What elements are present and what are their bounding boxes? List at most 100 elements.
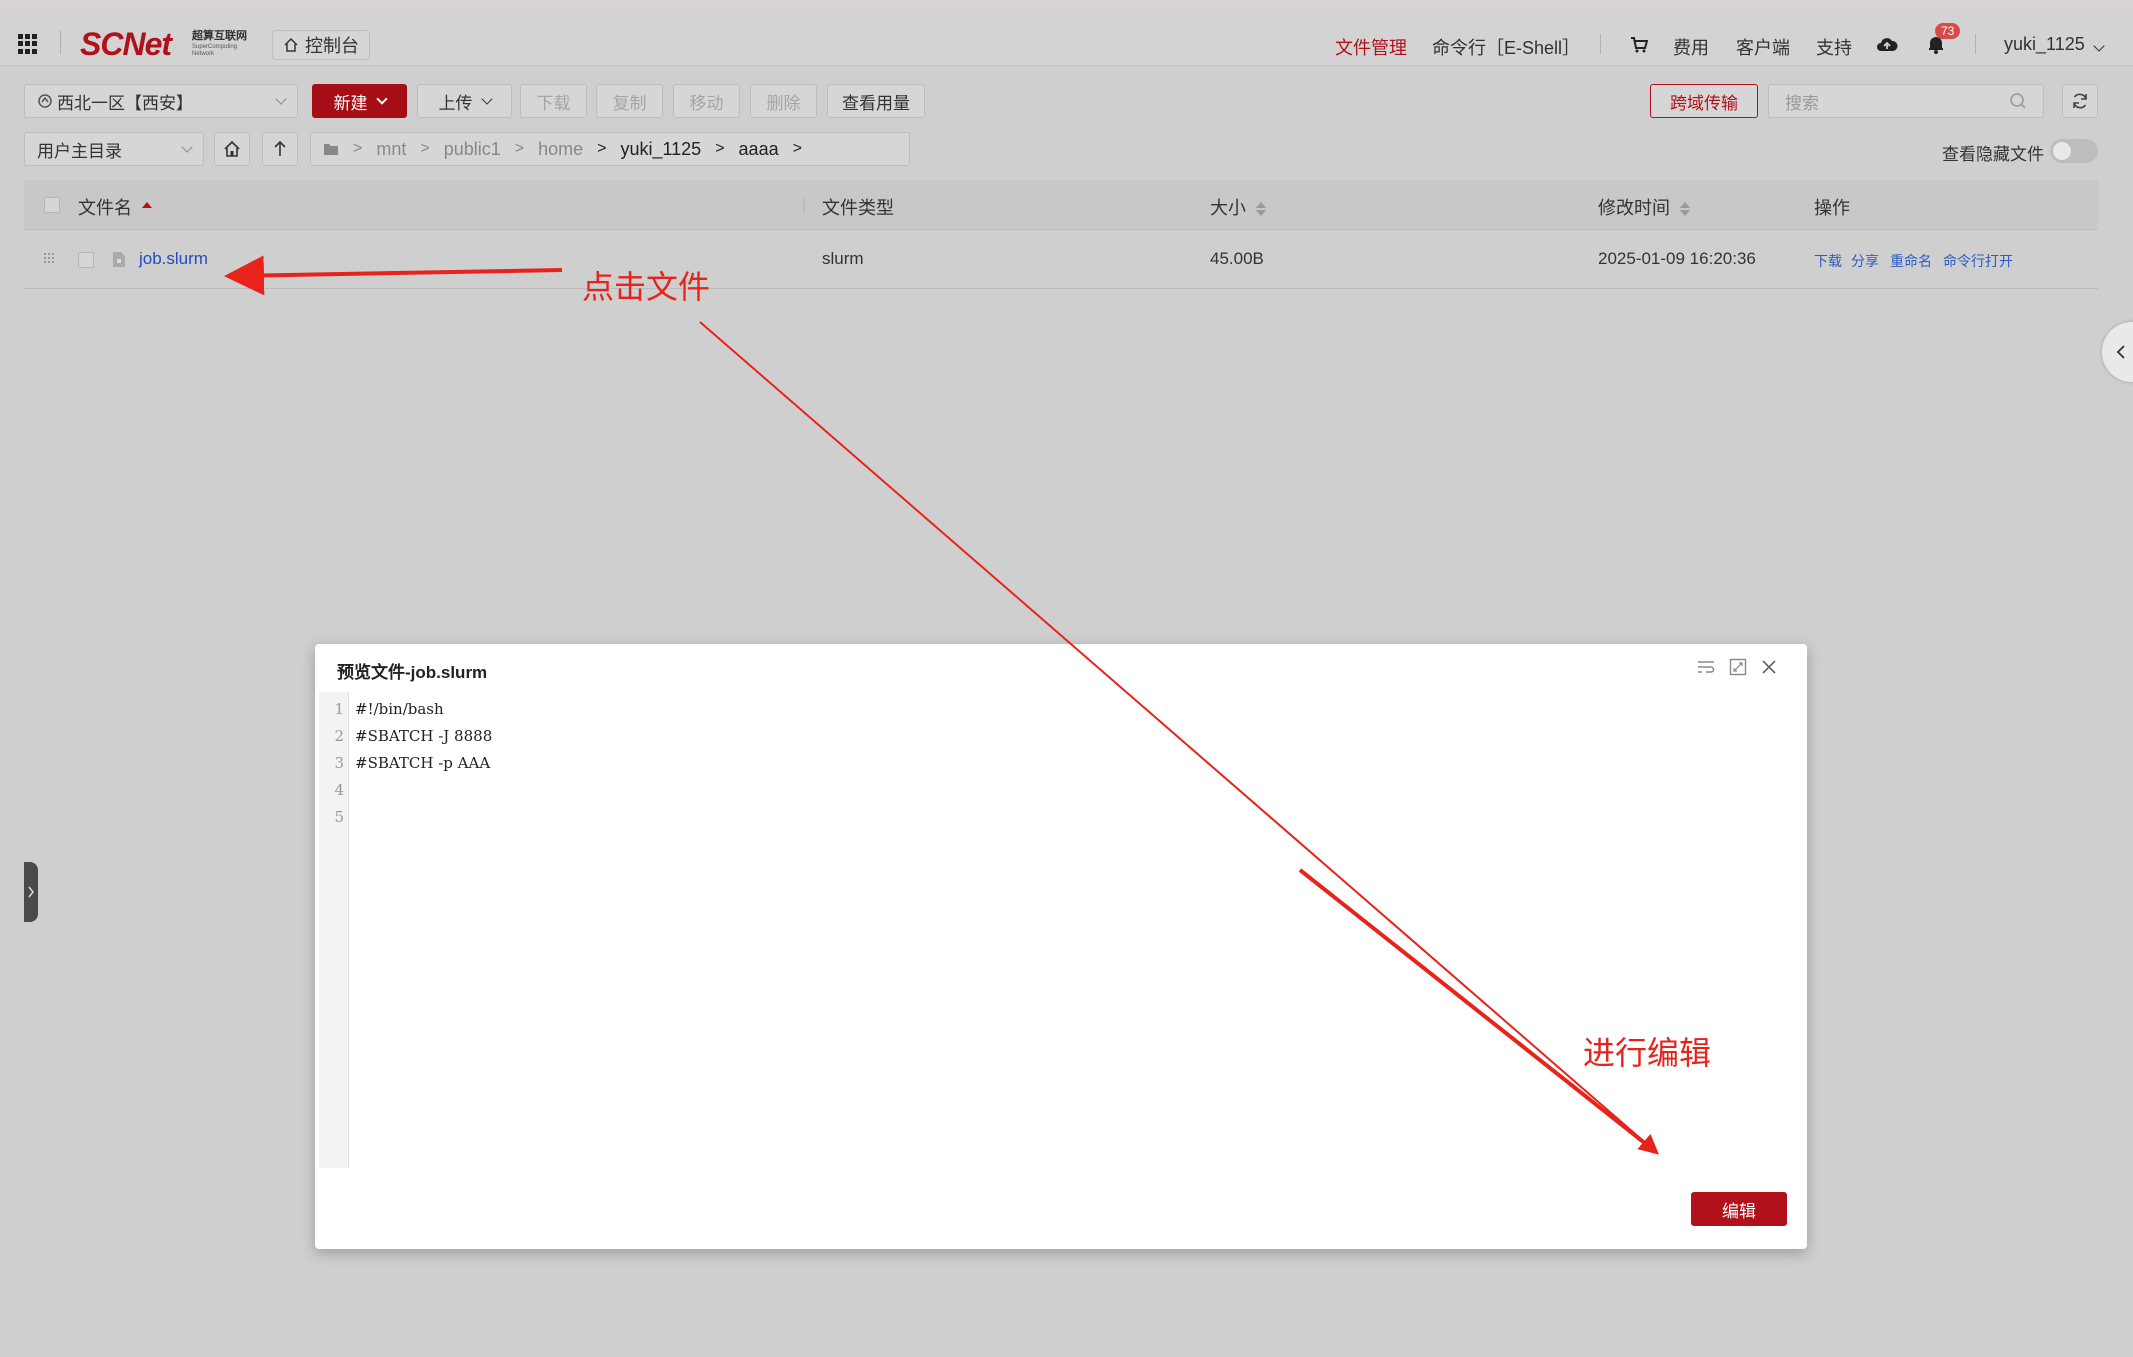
maximize-icon[interactable]	[1729, 658, 1747, 676]
console-button[interactable]: 控制台	[272, 30, 370, 60]
row-checkbox[interactable]	[78, 252, 94, 268]
move-button[interactable]: 移动	[673, 84, 740, 118]
scnet-logo[interactable]: SCNet	[80, 26, 172, 63]
chevron-down-icon	[375, 92, 388, 105]
column-name[interactable]: 文件名	[78, 194, 152, 220]
select-all-checkbox[interactable]	[44, 197, 60, 213]
home-dir-button[interactable]	[214, 132, 250, 166]
breadcrumb-item-current[interactable]: aaaa	[739, 139, 779, 160]
root-dir-select[interactable]: 用户主目录	[24, 132, 204, 166]
wrap-lines-icon[interactable]	[1697, 659, 1715, 675]
refresh-icon	[2073, 93, 2087, 109]
search-icon[interactable]	[2009, 92, 2027, 110]
view-usage-button[interactable]: 查看用量	[827, 84, 925, 118]
breadcrumb-separator: >	[597, 140, 607, 157]
op-share-link[interactable]: 分享	[1851, 251, 1879, 271]
download-button[interactable]: 下载	[520, 84, 587, 118]
show-hidden-toggle[interactable]	[2050, 139, 2098, 163]
table-header: 文件名 文件类型 大小 修改时间 操作	[24, 180, 2098, 230]
window-top-strip	[0, 0, 2133, 8]
line-number-gutter: 1 2 3 4 5	[319, 692, 349, 1168]
top-navbar: SCNet 超算互联网 SuperComputing Network 控制台 文…	[0, 8, 2133, 66]
dialog-title: 预览文件-job.slurm	[337, 663, 488, 682]
divider	[1600, 34, 1601, 54]
column-size-label: 大小	[1210, 198, 1246, 218]
side-panel-toggle[interactable]	[2102, 322, 2133, 382]
left-panel-toggle[interactable]	[24, 862, 38, 922]
line-number: 1	[334, 700, 344, 718]
code-viewer[interactable]: 1 2 3 4 5 #!/bin/bash #SBATCH -J 8888 #S…	[319, 692, 1789, 1168]
close-icon[interactable]	[1761, 659, 1777, 675]
search-placeholder: 搜索	[1785, 93, 1819, 113]
column-size[interactable]: 大小	[1210, 194, 1266, 220]
home-icon	[224, 140, 240, 157]
console-label: 控制台	[305, 36, 359, 56]
user-menu[interactable]: yuki_1125	[2004, 34, 2105, 55]
breadcrumb-item[interactable]: yuki_1125	[620, 139, 701, 160]
file-icon	[113, 252, 125, 267]
file-name-link[interactable]: job.slurm	[139, 249, 208, 269]
new-button[interactable]: 新建	[312, 84, 407, 118]
edit-button[interactable]: 编辑	[1691, 1192, 1787, 1226]
notification-badge: 73	[1935, 23, 1961, 39]
new-label: 新建	[333, 93, 368, 113]
upload-button[interactable]: 上传	[417, 84, 512, 118]
breadcrumb-separator: >	[792, 140, 802, 157]
sort-icon[interactable]	[1680, 202, 1690, 217]
apps-grid-icon[interactable]	[18, 34, 38, 54]
divider	[60, 30, 61, 54]
file-size: 45.00B	[1210, 249, 1264, 268]
nav-client[interactable]: 客户端	[1736, 34, 1790, 60]
breadcrumb-item[interactable]: public1	[444, 139, 501, 160]
line-number: 2	[334, 727, 344, 745]
nav-eshell[interactable]: 命令行［E-Shell］	[1432, 34, 1580, 60]
refresh-button[interactable]	[2062, 84, 2098, 118]
chevron-left-icon	[2116, 345, 2125, 359]
copy-button[interactable]: 复制	[596, 84, 663, 118]
column-mtime[interactable]: 修改时间	[1598, 194, 1690, 220]
region-value: 西北一区【西安】	[57, 93, 193, 113]
sort-icon[interactable]	[1256, 202, 1266, 217]
nav-fees[interactable]: 费用	[1673, 34, 1709, 60]
nav-file-manager[interactable]: 文件管理	[1335, 34, 1407, 60]
breadcrumb-separator: >	[420, 140, 430, 157]
op-rename-link[interactable]: 重命名	[1890, 251, 1932, 271]
table-row[interactable]: job.slurm slurm 45.00B 2025-01-09 16:20:…	[24, 231, 2098, 289]
region-select[interactable]: 西北一区【西安】	[24, 84, 298, 118]
column-type: 文件类型	[822, 198, 894, 218]
chevron-down-icon	[480, 92, 493, 105]
code-line: #SBATCH -p AAA	[355, 754, 491, 772]
drag-handle-icon[interactable]	[44, 253, 56, 263]
nav-support[interactable]: 支持	[1816, 34, 1852, 60]
dialog-controls	[1697, 658, 1777, 676]
op-download-link[interactable]: 下载	[1814, 251, 1842, 271]
sort-icon[interactable]	[142, 202, 152, 216]
home-icon	[284, 37, 298, 52]
op-open-in-shell-link[interactable]: 命令行打开	[1943, 251, 2013, 271]
breadcrumb-separator: >	[353, 140, 363, 157]
region-icon	[38, 94, 52, 108]
root-dir-value: 用户主目录	[37, 141, 122, 161]
column-divider	[803, 198, 805, 212]
folder-icon[interactable]	[323, 142, 339, 156]
column-ops: 操作	[1814, 198, 1850, 218]
breadcrumb-separator: >	[514, 140, 525, 157]
chevron-right-icon	[28, 886, 34, 898]
divider	[1975, 34, 1976, 54]
cloud-upload-icon[interactable]	[1876, 35, 1898, 53]
cross-domain-transfer-button[interactable]: 跨域传输	[1650, 84, 1758, 118]
chevron-down-icon	[2093, 40, 2105, 52]
parent-dir-button[interactable]	[262, 132, 298, 166]
breadcrumb: > mnt > public1 > home > yuki_1125 > aaa…	[310, 132, 910, 166]
file-type: slurm	[822, 249, 864, 268]
search-input[interactable]: 搜索	[1768, 84, 2044, 118]
delete-button[interactable]: 删除	[750, 84, 817, 118]
arrow-up-icon	[274, 140, 286, 156]
preview-file-dialog: 预览文件-job.slurm 1 2 3 4 5 #!/bin/bash #SB…	[315, 644, 1807, 1249]
breadcrumb-item[interactable]: home	[538, 139, 583, 160]
line-number: 3	[334, 754, 344, 772]
column-name-label: 文件名	[78, 198, 132, 218]
cart-icon[interactable]	[1630, 37, 1648, 53]
chevron-down-icon	[275, 92, 287, 105]
breadcrumb-item[interactable]: mnt	[376, 139, 406, 160]
